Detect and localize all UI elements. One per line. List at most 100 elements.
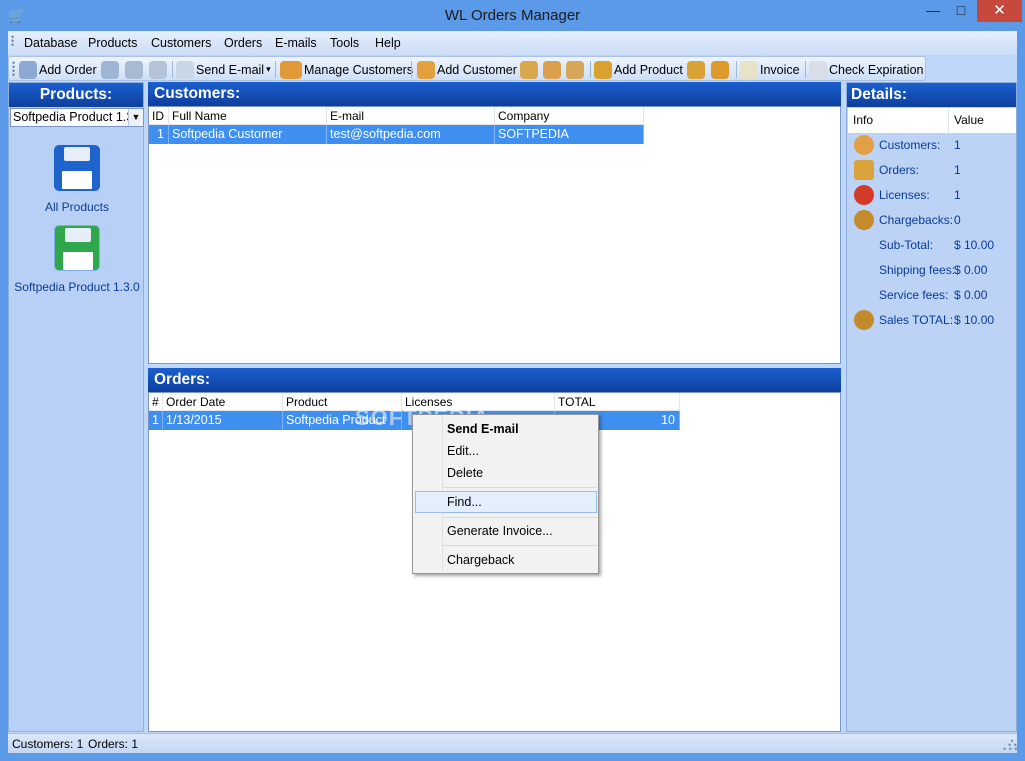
cell-full-name: Softpedia Customer xyxy=(169,125,327,144)
menu-products[interactable]: Products xyxy=(88,36,137,50)
edit-order-button[interactable] xyxy=(101,59,121,80)
cell-number: 1 xyxy=(149,411,163,430)
toolbar-separator xyxy=(805,61,806,78)
product-select[interactable]: Softpedia Product 1.3.0 ▼ xyxy=(10,108,144,127)
customer-icon xyxy=(854,135,874,155)
column-header-full-name[interactable]: Full Name xyxy=(169,107,327,125)
cell-company: SOFTPEDIA xyxy=(495,125,644,144)
send-email-label: Send E-mail xyxy=(196,62,265,77)
column-header-value: Value xyxy=(954,113,984,127)
column-header-email[interactable]: E-mail xyxy=(327,107,495,125)
envelope-icon xyxy=(176,60,194,79)
delete-product-button[interactable] xyxy=(711,59,731,80)
product-item-all[interactable]: All Products xyxy=(9,145,145,214)
menu-customers[interactable]: Customers xyxy=(151,36,211,50)
menu-database[interactable]: Database xyxy=(24,36,78,50)
table-row[interactable]: 1 Softpedia Customer test@softpedia.com … xyxy=(149,125,644,144)
money-bag-icon xyxy=(854,210,874,230)
toolbar-grip-icon[interactable]: • • • • xyxy=(12,59,15,80)
menu-item-delete[interactable]: Delete xyxy=(447,466,483,480)
chevron-down-icon[interactable]: ▼ xyxy=(128,109,143,126)
details-value: 0 xyxy=(954,213,961,227)
maximize-button[interactable]: □ xyxy=(947,0,975,22)
calendar-clock-icon xyxy=(809,60,827,79)
menu-separator xyxy=(443,517,597,518)
menu-item-chargeback[interactable]: Chargeback xyxy=(447,553,514,567)
column-header-total[interactable]: TOTAL xyxy=(555,393,680,411)
find-order-icon xyxy=(149,60,167,79)
send-email-button[interactable]: Send E-mail ▾ xyxy=(176,59,271,80)
products-heading: Products: xyxy=(9,83,143,107)
column-header-company[interactable]: Company xyxy=(495,107,644,125)
details-label: Sub-Total: xyxy=(879,238,934,252)
edit-product-button[interactable] xyxy=(687,59,707,80)
resize-grip-icon[interactable]: • • • • • • xyxy=(1003,737,1017,754)
toolbar-separator xyxy=(736,61,737,78)
customers-grid[interactable]: ID Full Name E-mail Company 1 Softpedia … xyxy=(148,106,841,364)
title-bar[interactable]: 🛒 WL Orders Manager — □ ✕ xyxy=(0,0,1025,31)
invoice-button[interactable]: Invoice xyxy=(740,59,800,80)
details-row-customers: Customers: 1 xyxy=(848,133,1016,158)
manage-customers-button[interactable]: Manage Customers xyxy=(280,59,413,80)
column-header-order-date[interactable]: Order Date xyxy=(163,393,283,411)
menu-tools[interactable]: Tools xyxy=(330,36,359,50)
status-orders: Orders: 1 xyxy=(88,737,139,751)
menu-help[interactable]: Help xyxy=(375,36,401,50)
details-value: 1 xyxy=(954,188,961,202)
client-area: • • • Database Products Customers Orders E… xyxy=(8,31,1017,754)
toolbar-separator xyxy=(411,61,412,78)
product-item-label: All Products xyxy=(44,200,110,214)
cell-order-date: 1/13/2015 xyxy=(163,411,283,430)
menu-emails[interactable]: E-mails xyxy=(275,36,317,50)
status-bar: Customers: 1 Orders: 1 • • • • • • xyxy=(8,733,1017,754)
menu-item-send-email[interactable]: Send E-mail xyxy=(447,422,519,436)
product-item-label: Softpedia Product 1.3.0 xyxy=(14,280,140,294)
details-label: Sales TOTAL: xyxy=(879,313,954,327)
details-label: Service fees: xyxy=(879,288,949,302)
add-customer-button[interactable]: Add Customer xyxy=(417,59,517,80)
menu-item-generate-invoice[interactable]: Generate Invoice... xyxy=(447,524,553,538)
products-panel: Products: Softpedia Product 1.3.0 ▼ All … xyxy=(8,82,144,732)
edit-customer-button[interactable] xyxy=(520,59,540,80)
details-value: 1 xyxy=(954,138,961,152)
column-header-number[interactable]: # xyxy=(149,393,163,411)
check-expiration-button[interactable]: Check Expiration xyxy=(809,59,924,80)
customers-heading: Customers: xyxy=(148,82,841,106)
details-row-orders: Orders: 1 xyxy=(848,158,1016,183)
details-value: $ 0.00 xyxy=(954,288,988,302)
details-grid-header: Info Value xyxy=(848,108,1016,133)
details-heading: Details: xyxy=(847,83,1016,107)
find-order-button[interactable] xyxy=(149,59,169,80)
details-row-licenses: Licenses: 1 xyxy=(848,183,1016,208)
menu-separator xyxy=(443,545,597,546)
delete-customer-button[interactable] xyxy=(543,59,563,80)
product-item-softpedia[interactable]: Softpedia Product 1.3.0 xyxy=(9,225,145,294)
floppy-green-icon xyxy=(54,225,100,271)
details-grid: Info Value Customers: 1 Orders: 1 Licens… xyxy=(848,108,1016,731)
invoice-label: Invoice xyxy=(760,62,800,77)
context-menu: Send E-mail Edit... Delete Find... Gener… xyxy=(412,414,599,574)
product-select-value: Softpedia Product 1.3.0 xyxy=(13,110,144,124)
edit-product-icon xyxy=(687,60,705,79)
add-customer-label: Add Customer xyxy=(437,62,517,77)
details-value: $ 10.00 xyxy=(954,313,995,327)
add-order-button[interactable]: Add Order xyxy=(19,59,97,80)
menu-item-edit[interactable]: Edit... xyxy=(447,444,479,458)
delete-order-button[interactable] xyxy=(125,59,145,80)
send-email-dropdown-icon[interactable]: ▾ xyxy=(266,64,271,75)
add-product-button[interactable]: Add Product xyxy=(594,59,683,80)
menu-item-find[interactable]: Find... xyxy=(447,495,482,509)
find-customer-button[interactable] xyxy=(566,59,586,80)
details-value: $ 10.00 xyxy=(954,238,995,252)
menu-separator xyxy=(443,487,597,488)
menu-orders[interactable]: Orders xyxy=(224,36,262,50)
edit-order-icon xyxy=(101,60,119,79)
menu-grip-icon[interactable]: • • • xyxy=(11,33,14,50)
toolbar-separator xyxy=(275,61,276,78)
details-row-subtotal: Sub-Total: $ 10.00 xyxy=(848,233,1016,258)
invoice-icon xyxy=(740,60,758,79)
column-header-id[interactable]: ID xyxy=(149,107,169,125)
minimize-button[interactable]: — xyxy=(919,0,947,22)
details-row-chargebacks: Chargebacks: 0 xyxy=(848,208,1016,233)
close-button[interactable]: ✕ xyxy=(977,0,1022,22)
